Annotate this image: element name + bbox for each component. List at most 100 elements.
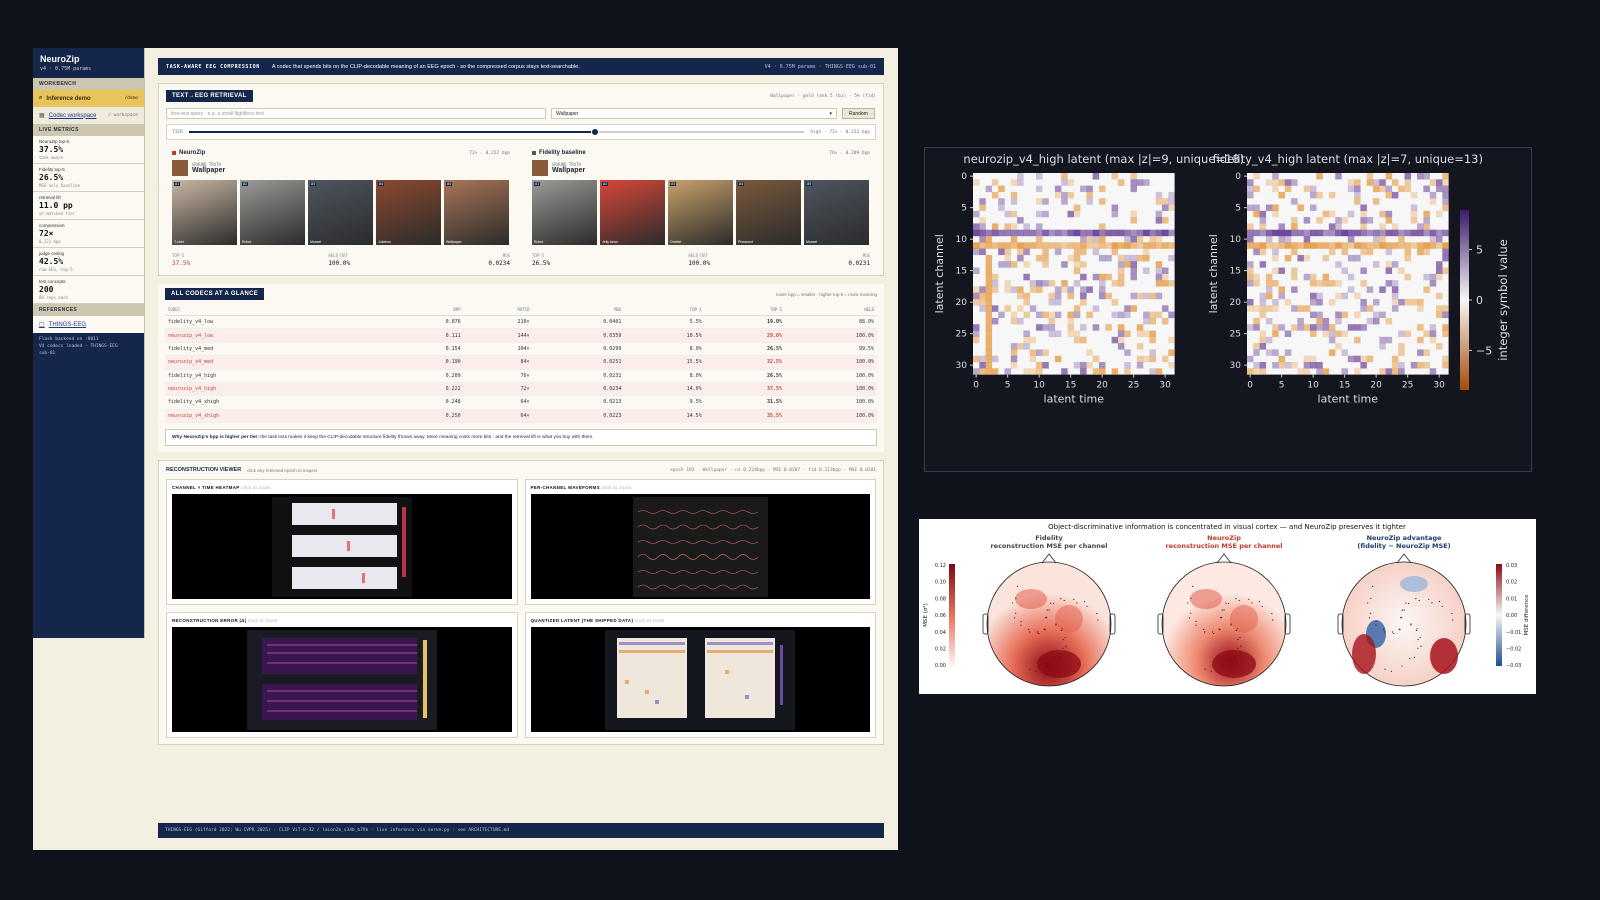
banner-meta: V4 · 0.75M params · THINGS-EEG sub-01 [764, 63, 876, 70]
latent-cell [1278, 191, 1285, 199]
table-row[interactable]: fidelity_v4_med 0.154 104× 0.0299 8.0% 26.5% 9… [165, 342, 877, 357]
electrode-dot [1383, 631, 1386, 633]
electrode-dot [1417, 638, 1419, 641]
result-thumbnail[interactable]: #2 Jelly bean [600, 180, 665, 245]
heatmap-thumbnail[interactable] [172, 494, 512, 599]
latent-cell [1423, 248, 1430, 256]
hotspot [1430, 638, 1458, 674]
colorbar-tick-label: −5 [1476, 344, 1492, 357]
latent-cell [1092, 236, 1100, 243]
tier-slider-handle[interactable] [591, 128, 600, 136]
latent-cell [1417, 336, 1424, 344]
result-thumbnail[interactable]: #5 Wallpaper [444, 180, 509, 245]
error-card[interactable]: RECONSTRUCTION ERROR |Δ| click to zoom [166, 612, 518, 738]
electrode-dot [1417, 647, 1419, 649]
latent-cell [985, 280, 993, 287]
latent-cell [1010, 343, 1018, 350]
latent-cell [1284, 185, 1292, 193]
latent-cell [1291, 248, 1298, 256]
result-thumbnail[interactable]: #4 Pheasant [736, 180, 801, 245]
search-icon: ⌕ [39, 95, 43, 101]
reference-link[interactable]: ▢ THINGS-EEG [33, 316, 144, 333]
table-row[interactable]: neurozip_v4_xhigh 0.250 64× 0.0223 14.5% 35.5… [165, 409, 877, 424]
latent-cell [1272, 173, 1279, 180]
nav-codec-workspace[interactable]: ▦ Codec workspace / workspace [33, 107, 144, 124]
latent-cell [1143, 317, 1150, 325]
query-input[interactable]: free-text query - e.g. a small flightles… [166, 108, 546, 119]
concept-select[interactable]: Wallpaper ▾ [551, 108, 837, 119]
left-colorbar-tick: 0.04 [935, 630, 946, 636]
latent-cell [1272, 242, 1279, 249]
latent-cell [1316, 229, 1323, 237]
latent-cell [1265, 204, 1273, 211]
x-tick-label: 5 [1005, 381, 1011, 391]
column-header: TOP-1 [624, 304, 705, 316]
latent-cell [1092, 242, 1100, 249]
electrode-dot [1028, 631, 1031, 633]
latent-cell [1272, 299, 1279, 306]
cell-mse: 0.0251 [532, 355, 625, 370]
latent-cell [1099, 223, 1106, 230]
result-thumbnail[interactable]: #1 T-shirt [172, 180, 237, 245]
error-thumbnail[interactable] [172, 627, 512, 732]
topomap-figure: Object-discriminative information is con… [919, 519, 1536, 694]
waveforms-card[interactable]: PER-CHANNEL WAVEFORMS click to zoom [524, 479, 876, 605]
electrode-dot [1391, 631, 1394, 633]
random-button[interactable]: Random [842, 108, 875, 119]
waveforms-thumbnail[interactable] [530, 494, 870, 599]
metric-card: NeuroZip top-5 37.5% task-aware [33, 136, 144, 164]
result-thumbnail[interactable]: #1 Robot [532, 180, 597, 245]
neurozip-results: NeuroZip 72× · 0.222 bpp GROUND TRUTH Wa… [166, 146, 516, 271]
heatmap-card[interactable]: CHANNEL × TIME HEATMAP click to zoom [166, 479, 518, 605]
topomap-subtitle: (fidelity − NeuroZip MSE) [1357, 542, 1450, 550]
latent-cell [1442, 254, 1449, 262]
status-line: sub-01 [39, 350, 56, 356]
latent-cell [1117, 336, 1125, 344]
latent-cell [1303, 229, 1311, 237]
result-thumbnail[interactable]: #4 Jukebox [376, 180, 441, 245]
table-row[interactable]: neurozip_v4_high 0.222 72× 0.0234 14.0% 37.5%… [165, 382, 877, 397]
result-thumbnail[interactable]: #5 Mussel [804, 180, 869, 245]
latent-cell [1130, 236, 1137, 243]
latent-cell [1168, 191, 1175, 199]
latent-cell [1265, 336, 1273, 344]
latent-cell [1061, 286, 1068, 293]
table-row[interactable]: fidelity_v4_low 0.076 210× 0.0401 5.5% 19.0% 8… [165, 315, 877, 330]
latent-cell [1117, 343, 1125, 350]
nav-inference-demo[interactable]: ⌕ Inference demo /demo [33, 90, 144, 107]
result-rank: #3 [310, 182, 317, 186]
cell-mse: 0.0213 [532, 395, 625, 410]
tier-slider[interactable] [188, 128, 805, 136]
table-row[interactable]: fidelity_v4_xhigh 0.248 64× 0.0213 9.5% 31.5%… [165, 395, 877, 410]
latent-thumbnail[interactable] [530, 627, 870, 732]
latent-cell [979, 305, 986, 312]
latent-cell [1092, 248, 1100, 256]
latent-cell [1303, 185, 1311, 193]
latent-cell [1423, 362, 1430, 369]
right-colorbar-tick: 0.01 [1506, 596, 1517, 602]
latent-card[interactable]: QUANTIZED LATENT (THE SHIPPED DATA) clic… [524, 612, 876, 738]
y-tick-label: 30 [1230, 361, 1242, 371]
latent-cell [1272, 362, 1279, 369]
latent-cell [1168, 229, 1175, 237]
latent-cell [973, 210, 980, 218]
table-row[interactable]: neurozip_v4_med 0.190 84× 0.0251 15.5% 32.5% 1… [165, 355, 877, 370]
waveforms-preview [632, 496, 768, 597]
result-thumbnail[interactable]: #3 Omelet [668, 180, 733, 245]
latent-cell [1029, 368, 1037, 375]
result-thumbnail[interactable]: #3 Mussel [308, 180, 373, 245]
result-thumbnail[interactable]: #2 Robot [240, 180, 305, 245]
latent-cell [1278, 362, 1285, 369]
latent-cell [1373, 179, 1380, 186]
table-row[interactable]: fidelity_v4_high 0.209 76× 0.0231 8.0% 26.5% 1… [165, 369, 877, 383]
column-header: BPP [383, 304, 464, 316]
table-row[interactable]: neurozip_v4_low 0.111 144× 0.0359 10.5% 29.0%… [165, 328, 877, 343]
electrode-dot [1038, 632, 1040, 635]
latent-cell [1429, 330, 1437, 337]
metric-label: retrieval lift [39, 195, 61, 200]
section-live-metrics: LIVE METRICS [33, 124, 144, 136]
latent-cell [1442, 229, 1449, 237]
latent-cell [1442, 198, 1449, 205]
latent-cell [1017, 248, 1024, 256]
electrode-dot [1013, 617, 1016, 619]
